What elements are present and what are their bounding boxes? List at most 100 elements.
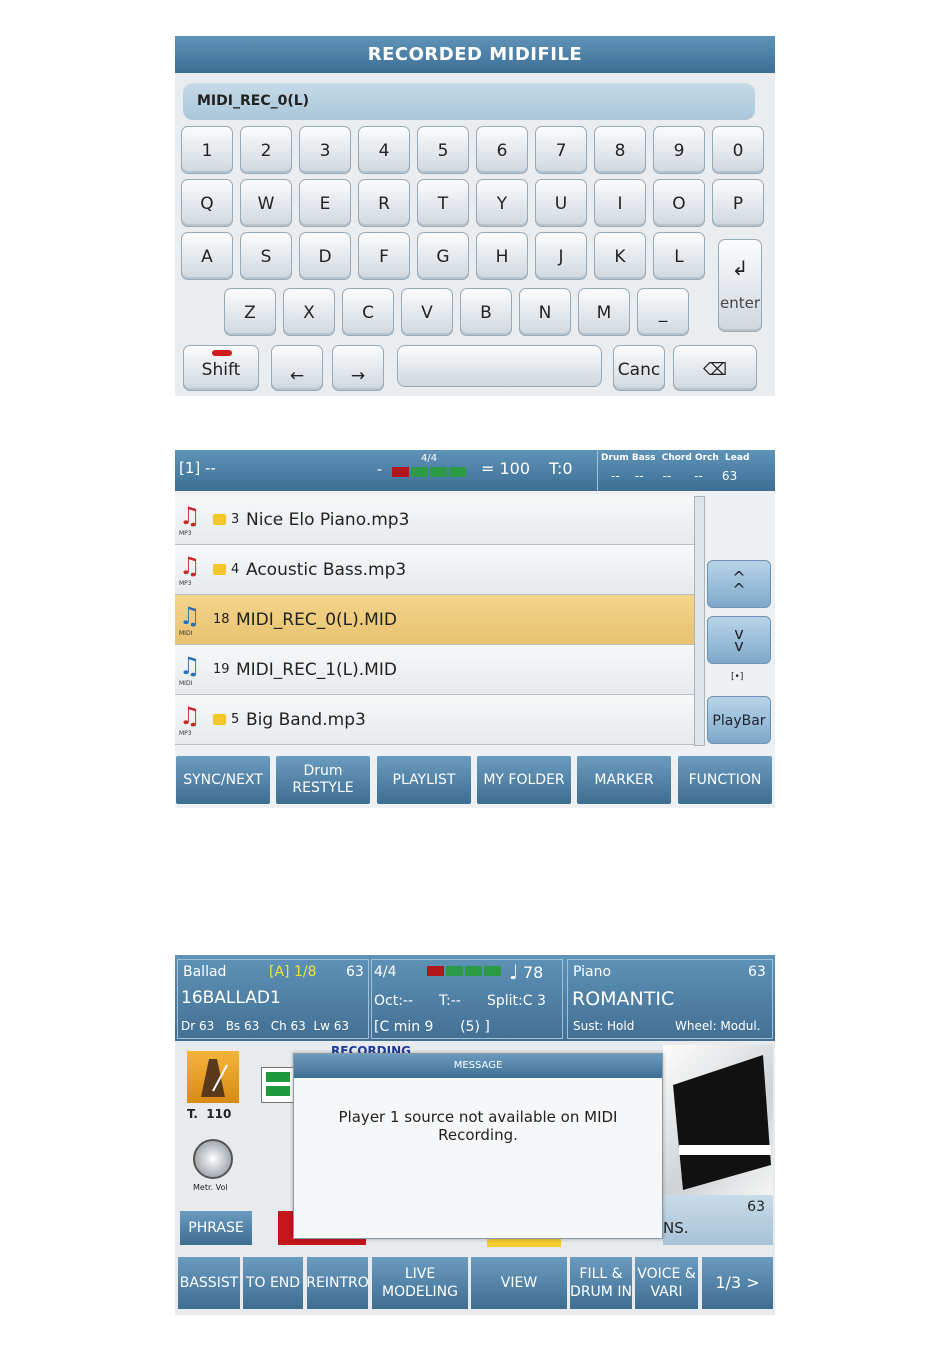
track-labels: Drum Bass Chord Orch Lead xyxy=(601,453,750,463)
small-indicator-icon: [•] xyxy=(731,672,744,682)
file-name: MIDI_REC_1(L).MID xyxy=(236,660,397,680)
backspace-key[interactable]: ⌫ xyxy=(673,345,757,391)
recording-function-button[interactable]: VIEW xyxy=(471,1257,567,1309)
key-underscore[interactable]: _ xyxy=(637,288,689,336)
message-dialog[interactable]: MESSAGE Player 1 source not available on… xyxy=(293,1053,663,1239)
key-v[interactable]: V xyxy=(401,288,453,336)
folder-icon xyxy=(213,514,226,525)
key-4[interactable]: 4 xyxy=(358,126,410,174)
key-y[interactable]: Y xyxy=(476,179,528,227)
shift-key[interactable]: Shift xyxy=(183,345,259,391)
transpose-display: T:0 xyxy=(549,459,573,478)
player-function-button[interactable]: FUNCTION xyxy=(678,756,772,804)
key-3[interactable]: 3 xyxy=(299,126,351,174)
key-b[interactable]: B xyxy=(460,288,512,336)
folder-icon xyxy=(213,564,226,575)
key-z[interactable]: Z xyxy=(224,288,276,336)
file-row[interactable]: ♫ MIDI 19 MIDI_REC_1(L).MID xyxy=(175,645,695,695)
keyboard-title: RECORDED MIDIFILE xyxy=(175,36,775,73)
key-r[interactable]: R xyxy=(358,179,410,227)
key-m[interactable]: M xyxy=(578,288,630,336)
player-function-button[interactable]: Drum RESTYLE xyxy=(276,756,370,804)
player-function-button[interactable]: MY FOLDER xyxy=(477,756,571,804)
recording-function-button[interactable]: REINTRO xyxy=(306,1257,369,1309)
key-g[interactable]: G xyxy=(417,232,469,280)
metronome-tempo: T. 110 xyxy=(187,1107,232,1121)
recording-function-button[interactable]: BASSIST xyxy=(178,1257,240,1309)
file-row[interactable]: ♫ MP3 5 Big Band.mp3 xyxy=(175,695,695,745)
playbar-button[interactable]: PlayBar xyxy=(707,696,771,744)
phrase-button[interactable]: PHRASE xyxy=(180,1211,252,1245)
key-l[interactable]: L xyxy=(653,232,705,280)
key-6[interactable]: 6 xyxy=(476,126,528,174)
key-2[interactable]: 2 xyxy=(240,126,292,174)
file-number: 3 xyxy=(231,512,240,527)
cursor-right-key[interactable]: → xyxy=(332,345,384,391)
key-d[interactable]: D xyxy=(299,232,351,280)
key-q[interactable]: Q xyxy=(181,179,233,227)
cancel-key[interactable]: Canc xyxy=(613,345,665,391)
message-text: Player 1 source not available on MIDI Re… xyxy=(338,1108,618,1144)
style-volume: 63 xyxy=(346,964,364,980)
list-scrollbar[interactable] xyxy=(694,496,705,746)
key-a[interactable]: A xyxy=(181,232,233,280)
player-panel: [1] -- - 4/4 = 100 T:0 Drum Bass Chord O… xyxy=(175,450,775,808)
recording-function-button[interactable]: TO END xyxy=(243,1257,303,1309)
recording-function-button[interactable]: FILL & DRUM IN xyxy=(570,1257,632,1309)
key-5[interactable]: 5 xyxy=(417,126,469,174)
shift-label: Shift xyxy=(201,360,241,380)
recording-function-button[interactable]: 1/3 > xyxy=(702,1257,773,1309)
key-1[interactable]: 1 xyxy=(181,126,233,174)
key-x[interactable]: X xyxy=(283,288,335,336)
key-s[interactable]: S xyxy=(240,232,292,280)
key-i[interactable]: I xyxy=(594,179,646,227)
key-k[interactable]: K xyxy=(594,232,646,280)
voice-family: Piano xyxy=(573,964,612,980)
key-p[interactable]: P xyxy=(712,179,764,227)
file-row[interactable]: ♫ MIDI 18 MIDI_REC_0(L).MID xyxy=(175,595,695,645)
style-part-volumes: Dr 63 Bs 63 Ch 63 Lw 63 xyxy=(181,1019,349,1033)
key-j[interactable]: J xyxy=(535,232,587,280)
file-type-label: MP3 xyxy=(179,730,192,737)
key-7[interactable]: 7 xyxy=(535,126,587,174)
mp3-file-icon: ♫ MP3 xyxy=(179,552,201,587)
recording-function-button[interactable]: VOICE & VARI xyxy=(635,1257,698,1309)
file-row[interactable]: ♫ MP3 4 Acoustic Bass.mp3 xyxy=(175,545,695,595)
key-c[interactable]: C xyxy=(342,288,394,336)
voice-volume: 63 xyxy=(748,964,766,980)
enter-key[interactable]: ↲ enter xyxy=(718,239,762,332)
metronome-icon[interactable] xyxy=(187,1051,239,1103)
player-function-button[interactable]: SYNC/NEXT xyxy=(176,756,270,804)
key-n[interactable]: N xyxy=(519,288,571,336)
tempo-display: = 100 xyxy=(481,459,531,478)
note-icon: ♩ xyxy=(509,960,519,984)
metronome-volume-knob[interactable] xyxy=(193,1139,233,1179)
page-up-button[interactable]: ^ ^ xyxy=(707,560,771,608)
key-u[interactable]: U xyxy=(535,179,587,227)
beat-indicator xyxy=(427,966,501,976)
space-key[interactable] xyxy=(397,345,602,387)
cursor-left-key[interactable]: ← xyxy=(271,345,323,391)
file-row[interactable]: ♫ MP3 3 Nice Elo Piano.mp3 xyxy=(175,495,695,545)
key-w[interactable]: W xyxy=(240,179,292,227)
player-function-button[interactable]: PLAYLIST xyxy=(377,756,471,804)
key-h[interactable]: H xyxy=(476,232,528,280)
file-number: 19 xyxy=(213,662,230,677)
key-9[interactable]: 9 xyxy=(653,126,705,174)
piano-image xyxy=(663,1045,773,1195)
key-0[interactable]: 0 xyxy=(712,126,764,174)
recording-function-button[interactable]: LIVE MODELING xyxy=(372,1257,468,1309)
status-divider xyxy=(597,450,598,491)
voice-info-box: 63 NS. xyxy=(663,1195,773,1245)
player-slot: [1] -- xyxy=(179,459,216,477)
page-down-button[interactable]: v v xyxy=(707,616,771,664)
key-e[interactable]: E xyxy=(299,179,351,227)
key-f[interactable]: F xyxy=(358,232,410,280)
key-8[interactable]: 8 xyxy=(594,126,646,174)
arrow-right-icon: → xyxy=(350,366,366,386)
filename-input[interactable]: MIDI_REC_0(L) xyxy=(183,83,755,120)
key-o[interactable]: O xyxy=(653,179,705,227)
player-dash: - xyxy=(377,462,383,478)
key-t[interactable]: T xyxy=(417,179,469,227)
player-function-button[interactable]: MARKER xyxy=(577,756,671,804)
